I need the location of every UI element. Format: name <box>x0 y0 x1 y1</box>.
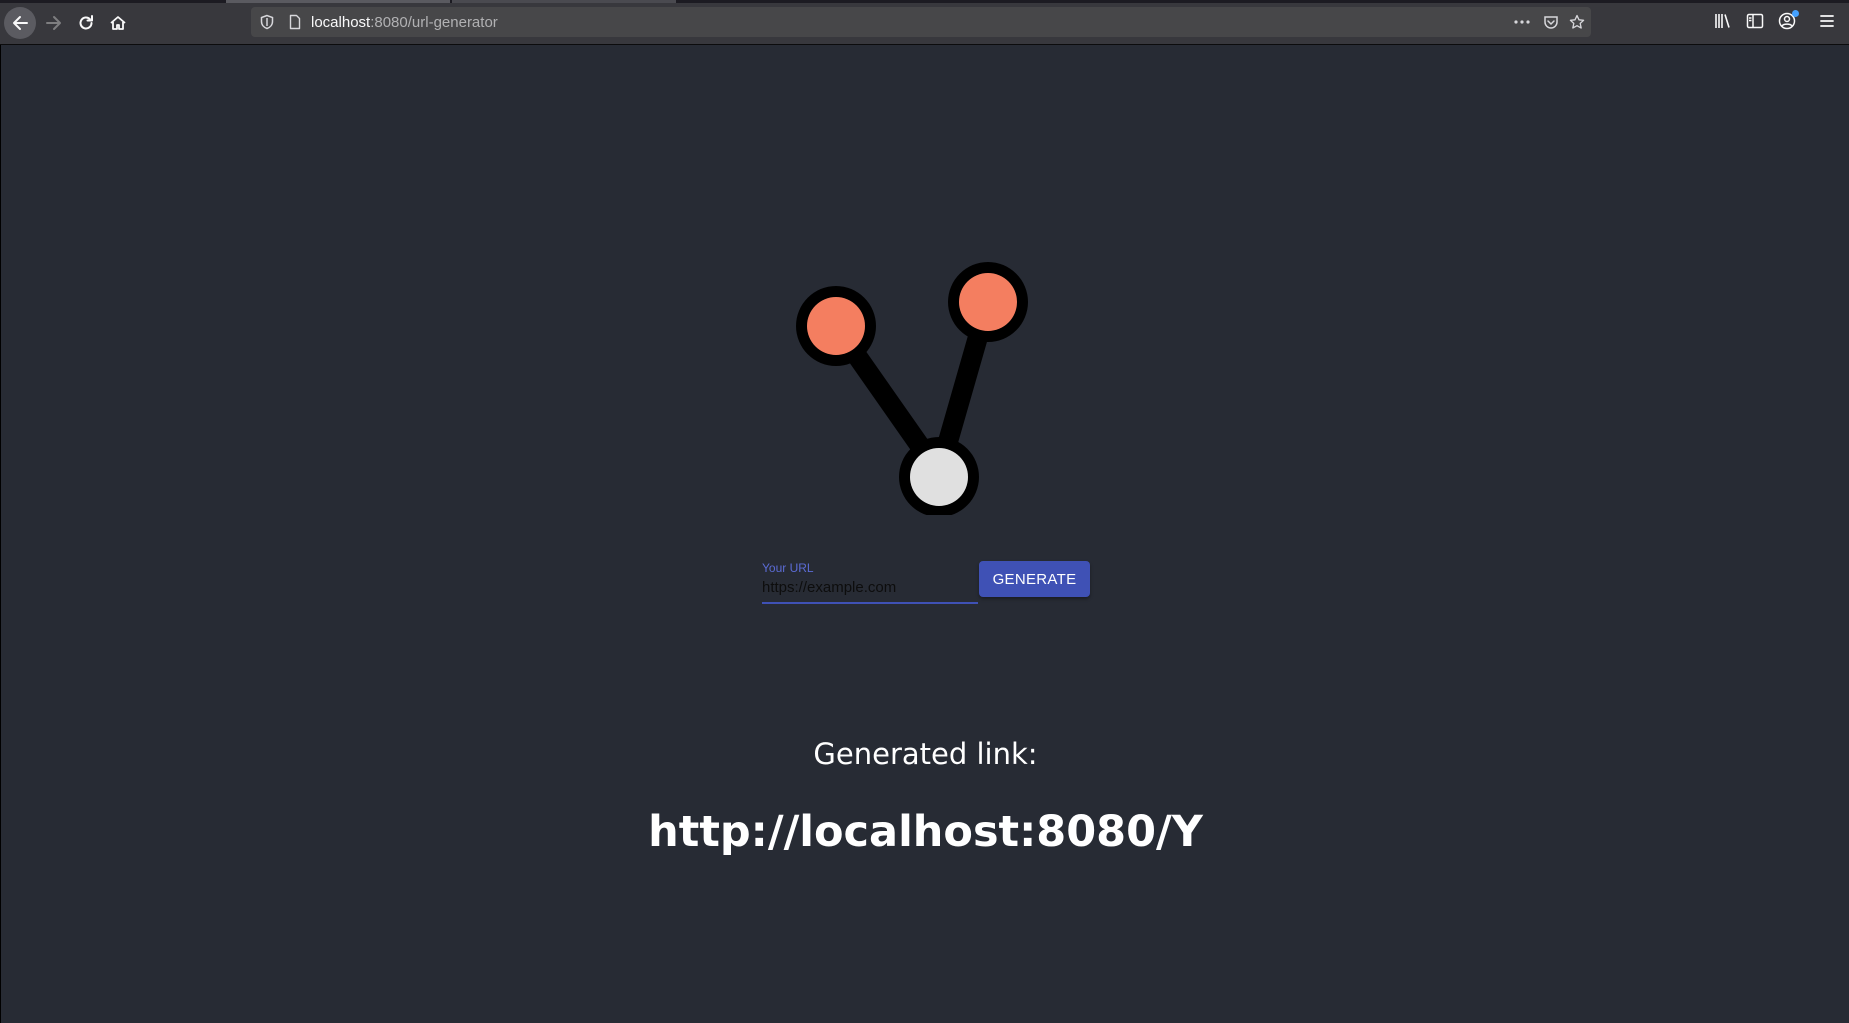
reload-icon <box>79 15 93 30</box>
star-icon[interactable] <box>1569 14 1585 30</box>
notification-dot <box>1792 10 1799 17</box>
logo-node-top-left-fill <box>807 297 865 355</box>
account-button[interactable] <box>1778 10 1799 35</box>
url-text[interactable]: localhost:8080/url-generator <box>311 14 498 31</box>
more-dots-icon[interactable] <box>1513 14 1531 30</box>
library-icon <box>1715 14 1730 28</box>
home-icon <box>110 16 126 30</box>
tab-indicator[interactable] <box>226 0 450 3</box>
reload-button[interactable] <box>70 7 102 39</box>
browser-toolbar: localhost:8080/url-generator <box>0 0 1849 45</box>
url-path: :8080/url-generator <box>370 14 498 31</box>
generate-button[interactable]: GENERATE <box>979 561 1090 597</box>
generated-link[interactable]: http://localhost:8080/Y <box>1 807 1849 857</box>
arrow-left-icon <box>13 16 28 30</box>
generated-link-label: Generated link: <box>813 737 1038 771</box>
sidebar-icon <box>1746 13 1764 29</box>
app-logo <box>796 262 1028 515</box>
page-icon[interactable] <box>287 14 303 30</box>
home-button[interactable] <box>102 7 134 39</box>
url-form: Your URL GENERATE <box>762 561 1092 621</box>
menu-button[interactable] <box>1818 12 1836 35</box>
library-button[interactable] <box>1714 12 1732 35</box>
url-input[interactable] <box>762 572 978 604</box>
arrow-right-icon <box>46 16 61 30</box>
pocket-icon[interactable] <box>1543 14 1559 30</box>
forward-button[interactable] <box>38 7 70 39</box>
url-host: localhost <box>311 14 371 31</box>
sidebar-button[interactable] <box>1746 12 1764 35</box>
shield-icon[interactable] <box>259 14 275 30</box>
address-bar[interactable]: localhost:8080/url-generator <box>251 7 1591 37</box>
tab-indicator-secondary[interactable] <box>452 0 676 3</box>
hamburger-menu-icon <box>1820 15 1834 27</box>
logo-node-top-right-fill <box>959 273 1017 331</box>
logo-node-bottom-fill <box>910 448 968 506</box>
back-button[interactable] <box>4 7 36 39</box>
page-content: Your URL GENERATE Generated link: http:/… <box>0 45 1849 1023</box>
